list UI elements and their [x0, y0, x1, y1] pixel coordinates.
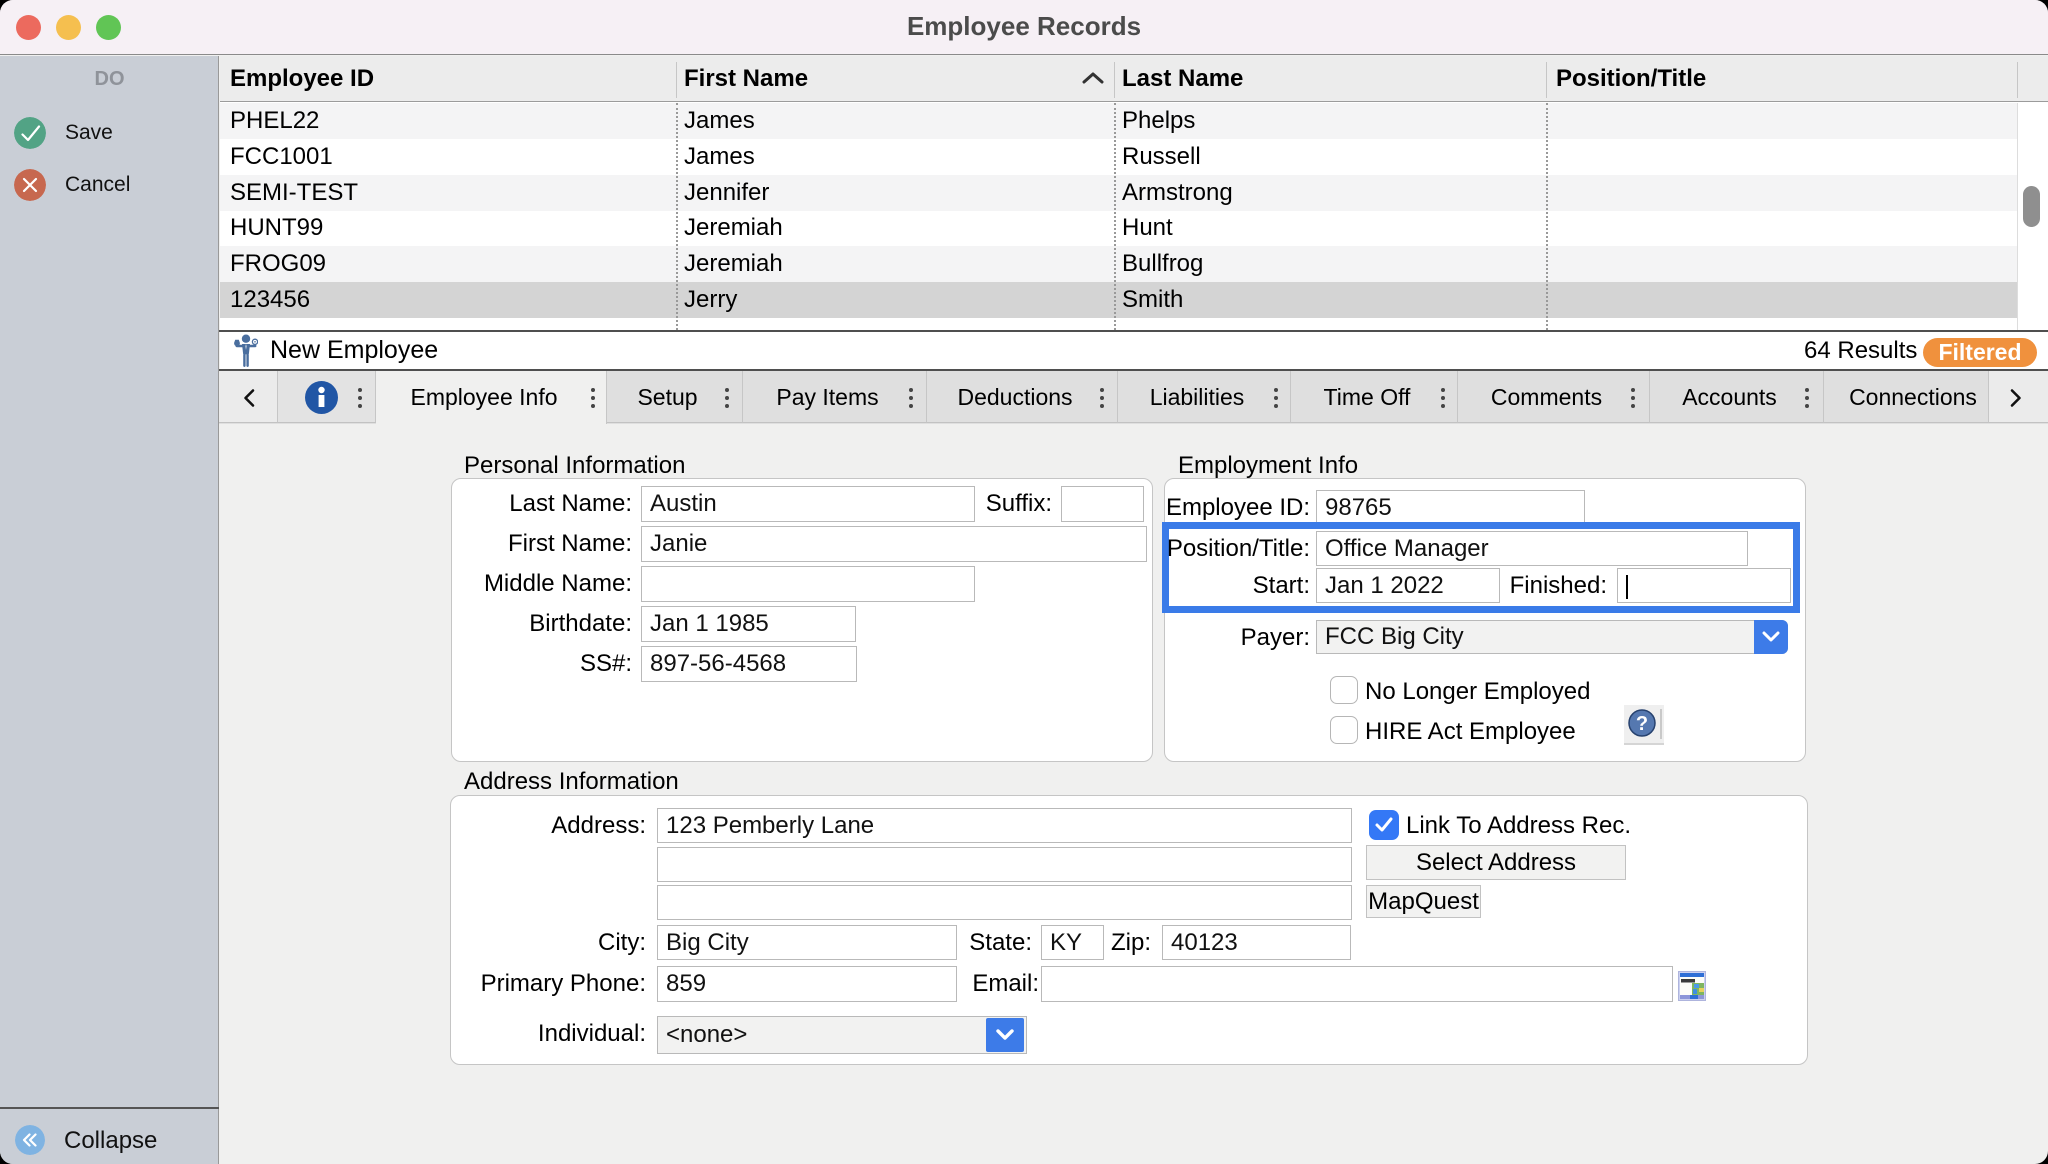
- svg-text:?: ?: [1636, 713, 1648, 735]
